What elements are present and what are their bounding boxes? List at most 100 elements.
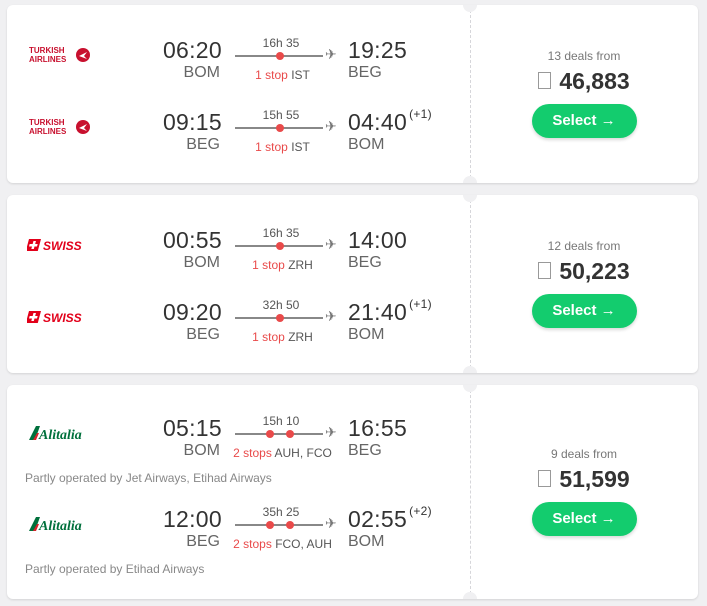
card-notch — [463, 195, 477, 202]
stop-dot — [266, 430, 274, 438]
svg-text:SWISS: SWISS — [43, 311, 82, 325]
price-panel: 13 deals from 46,883 Select → — [470, 49, 698, 138]
duration: 16h 35 — [262, 36, 300, 50]
departure-time: 09:15 — [162, 109, 222, 135]
arrival-time: 02:55 (+2) — [348, 504, 432, 532]
result-card[interactable]: SWISS 00:55 BOM 16h 35 ✈ 1 stop ZRH 14:0… — [7, 195, 698, 373]
stop-dot — [276, 124, 284, 132]
flight-path: 16h 35 ✈ 1 stop ZRH — [235, 223, 339, 283]
plane-icon: ✈ — [325, 236, 337, 252]
return-leg: TURKISH AIRLINES 09:15 BEG 15h 55 ✈ 1 st… — [7, 105, 467, 165]
stops-count: 1 stop — [252, 258, 285, 272]
price: 50,223 — [470, 258, 698, 285]
duration: 32h 50 — [262, 298, 300, 312]
stop-dot — [276, 242, 284, 250]
stops-info: 1 stop ZRH — [210, 258, 355, 272]
arrival-time: 16:55 — [348, 415, 408, 441]
operated-by-note: Partly operated by Etihad Airways — [25, 562, 205, 576]
arrival-airport: BEG — [348, 254, 382, 271]
duration: 15h 55 — [262, 108, 300, 122]
turkish-airlines-logo: TURKISH AIRLINES — [27, 43, 99, 67]
currency-icon — [538, 470, 552, 488]
swiss-logo: SWISS — [25, 305, 99, 329]
result-card[interactable]: TURKISH AIRLINES 06:20 BOM 16h 35 ✈ 1 st… — [7, 5, 698, 183]
stops-via: ZRH — [288, 330, 313, 344]
price: 46,883 — [470, 68, 698, 95]
select-button[interactable]: Select → — [531, 104, 637, 138]
stop-dot — [266, 521, 274, 529]
svg-text:AIRLINES: AIRLINES — [29, 55, 67, 64]
price: 51,599 — [470, 466, 698, 493]
stop-dot — [276, 52, 284, 60]
arrival-airport: BEG — [348, 442, 382, 459]
departure-time: 09:20 — [162, 299, 222, 325]
svg-text:AIRLINES: AIRLINES — [29, 127, 67, 136]
stop-dot — [276, 314, 284, 322]
arrival-airport: BOM — [348, 326, 385, 343]
plane-icon: ✈ — [325, 46, 337, 62]
currency-icon — [538, 262, 552, 280]
plus-days: (+1) — [409, 297, 432, 311]
deals-count: 9 deals from — [550, 447, 618, 461]
stop-dot — [286, 521, 294, 529]
duration: 16h 35 — [262, 226, 300, 240]
arrival-time: 19:25 — [348, 37, 408, 63]
stops-count: 1 stop — [255, 140, 288, 154]
result-card[interactable]: Alitalia 05:15 BOM 15h 10 ✈ 2 stops AUH,… — [7, 385, 698, 599]
stops-count: 2 stops — [233, 446, 272, 460]
price-panel: 12 deals from 50,223 Select → — [470, 239, 698, 328]
flight-path: 32h 50 ✈ 1 stop ZRH — [235, 295, 339, 355]
stops-via: IST — [291, 140, 310, 154]
departure-time: 12:00 — [162, 506, 222, 532]
arrival-airport: BOM — [348, 136, 385, 153]
path-line — [235, 524, 323, 526]
svg-text:SWISS: SWISS — [43, 239, 82, 253]
plus-days: (+1) — [409, 107, 432, 121]
currency-icon — [538, 72, 552, 90]
departure-time: 06:20 — [162, 37, 222, 63]
stops-count: 2 stops — [233, 537, 272, 551]
duration: 35h 25 — [262, 505, 300, 519]
arrival-time: 14:00 — [348, 227, 408, 253]
deals-count: 13 deals from — [547, 49, 621, 63]
select-button[interactable]: Select → — [531, 502, 637, 536]
card-notch — [463, 592, 477, 599]
departure-time: 00:55 — [162, 227, 222, 253]
arrival-airport: BOM — [348, 533, 385, 550]
stops-via: ZRH — [288, 258, 313, 272]
stops-info: 1 stop IST — [210, 140, 355, 154]
price-panel: 9 deals from 51,599 Select → — [470, 447, 698, 536]
flight-path: 15h 55 ✈ 1 stop IST — [235, 105, 339, 165]
arrival-time: 04:40 (+1) — [348, 107, 432, 135]
stops-via: FCO, AUH — [275, 537, 332, 551]
plus-days: (+2) — [409, 504, 432, 518]
turkish-airlines-logo: TURKISH AIRLINES — [27, 115, 99, 139]
plane-icon: ✈ — [325, 308, 337, 324]
card-notch — [463, 366, 477, 373]
alitalia-logo: Alitalia — [27, 512, 99, 536]
flight-path: 16h 35 ✈ 1 stop IST — [235, 33, 339, 93]
operated-by-note: Partly operated by Jet Airways, Etihad A… — [25, 471, 272, 485]
select-button[interactable]: Select → — [531, 294, 637, 328]
stops-via: IST — [291, 68, 310, 82]
return-leg: Alitalia 12:00 BEG 35h 25 ✈ 2 stops FCO,… — [7, 502, 467, 562]
flight-path: 15h 10 ✈ 2 stops AUH, FCO — [233, 411, 339, 471]
arrival-airport: BEG — [348, 64, 382, 81]
flight-path: 35h 25 ✈ 2 stops FCO, AUH — [233, 502, 339, 562]
duration: 15h 10 — [262, 414, 300, 428]
alitalia-logo: Alitalia — [27, 421, 99, 445]
departure-time: 05:15 — [162, 415, 222, 441]
svg-text:TURKISH: TURKISH — [29, 118, 65, 127]
plane-icon: ✈ — [325, 515, 337, 531]
card-notch — [463, 176, 477, 183]
stops-count: 1 stop — [252, 330, 285, 344]
swiss-logo: SWISS — [25, 233, 99, 257]
deals-count: 12 deals from — [547, 239, 621, 253]
path-line — [235, 433, 323, 435]
svg-text:Alitalia: Alitalia — [38, 519, 82, 534]
svg-text:TURKISH: TURKISH — [29, 46, 65, 55]
outbound-leg: TURKISH AIRLINES 06:20 BOM 16h 35 ✈ 1 st… — [7, 33, 467, 93]
stops-info: 2 stops AUH, FCO — [210, 446, 355, 460]
plane-icon: ✈ — [325, 118, 337, 134]
stops-count: 1 stop — [255, 68, 288, 82]
